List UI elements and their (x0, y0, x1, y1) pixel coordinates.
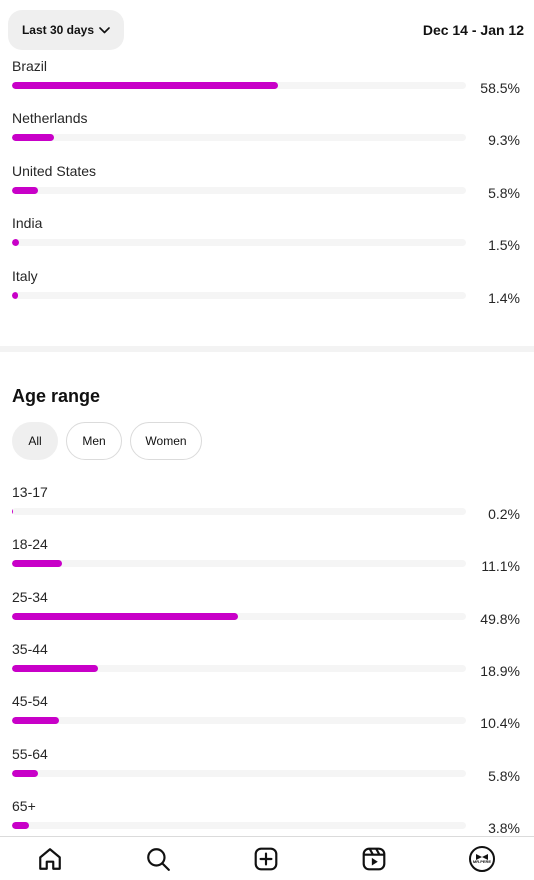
filter-chip-label: All (28, 434, 42, 448)
age-percent: 3.8% (488, 820, 520, 836)
filter-chip-label: Women (145, 434, 187, 448)
profile-avatar: MR.PERE (469, 846, 495, 872)
age-label: 45-54 (12, 693, 48, 709)
bar-track (12, 613, 466, 620)
bar-fill (12, 292, 19, 299)
filter-chip-men[interactable]: Men (66, 422, 122, 460)
country-row-italy: Italy 1.4% (12, 268, 522, 318)
age-row-55-64: 55-64 5.8% (12, 746, 522, 796)
bar-fill (12, 508, 13, 515)
bar-track (12, 134, 466, 141)
country-percent: 1.5% (488, 237, 520, 253)
age-label: 65+ (12, 798, 36, 814)
age-label: 13-17 (12, 484, 48, 500)
bar-track (12, 239, 466, 246)
country-percent: 1.4% (488, 290, 520, 306)
create-icon (254, 847, 278, 871)
date-range-dropdown[interactable]: Last 30 days (8, 10, 124, 50)
age-percent: 18.9% (480, 663, 520, 679)
filter-chip-women[interactable]: Women (130, 422, 202, 460)
country-row-united-states: United States 5.8% (12, 163, 522, 213)
bar-fill (12, 560, 63, 567)
country-label: United States (12, 163, 97, 179)
nav-home[interactable] (36, 845, 64, 873)
age-percent: 10.4% (480, 715, 520, 731)
age-label: 55-64 (12, 746, 48, 762)
country-label: Brazil (12, 58, 48, 74)
bar-track (12, 770, 466, 777)
country-label: Netherlands (12, 110, 88, 126)
country-label: India (12, 215, 43, 231)
home-icon (39, 848, 61, 870)
filter-chip-all[interactable]: All (12, 422, 58, 460)
search-icon (147, 848, 170, 871)
age-row-13-17: 13-17 0.2% (12, 484, 522, 534)
bar-track (12, 717, 466, 724)
bar-track (12, 822, 466, 829)
chevron-down-icon (99, 26, 110, 33)
age-label: 25-34 (12, 589, 48, 605)
bottom-nav: MR.PERE (0, 836, 534, 880)
age-row-18-24: 18-24 11.1% (12, 536, 522, 586)
bar-track (12, 187, 466, 194)
country-row-netherlands: Netherlands 9.3% (12, 110, 522, 160)
reels-icon (362, 847, 386, 871)
country-row-india: India 1.5% (12, 215, 522, 265)
nav-create[interactable] (252, 845, 280, 873)
filter-chip-label: Men (82, 434, 106, 448)
date-range-dropdown-label: Last 30 days (21, 23, 95, 37)
bar-track (12, 665, 466, 672)
age-percent: 49.8% (480, 611, 520, 627)
bar-track (12, 292, 466, 299)
nav-reels[interactable] (360, 845, 388, 873)
bar-fill (12, 613, 239, 620)
nav-profile[interactable]: MR.PERE (468, 845, 496, 873)
bar-fill (12, 82, 278, 89)
country-percent: 9.3% (488, 132, 520, 148)
country-row-brazil: Brazil 58.5% (12, 58, 522, 108)
bar-fill (12, 717, 60, 724)
age-row-25-34: 25-34 49.8% (12, 589, 522, 639)
age-row-35-44: 35-44 18.9% (12, 641, 522, 691)
age-percent: 11.1% (481, 558, 520, 574)
country-percent: 58.5% (480, 80, 520, 96)
bar-fill (12, 822, 30, 829)
bar-track (12, 508, 466, 515)
bar-fill (12, 239, 19, 246)
age-label: 35-44 (12, 641, 48, 657)
country-label: Italy (12, 268, 38, 284)
date-range-text: Dec 14 - Jan 12 (422, 22, 524, 38)
bar-fill (12, 770, 39, 777)
header: Last 30 days Dec 14 - Jan 12 (0, 0, 534, 60)
age-percent: 5.8% (488, 768, 520, 784)
bar-track (12, 82, 466, 89)
section-divider (0, 346, 534, 352)
nav-search[interactable] (144, 845, 172, 873)
bar-fill (12, 187, 39, 194)
age-row-45-54: 45-54 10.4% (12, 693, 522, 743)
bar-fill (12, 665, 98, 672)
age-percent: 0.2% (488, 506, 520, 522)
avatar-logo-text: MR.PERE (472, 859, 492, 864)
country-percent: 5.8% (488, 185, 520, 201)
age-range-title: Age range (12, 386, 101, 406)
bar-fill (12, 134, 55, 141)
age-label: 18-24 (12, 536, 48, 552)
bar-track (12, 560, 466, 567)
